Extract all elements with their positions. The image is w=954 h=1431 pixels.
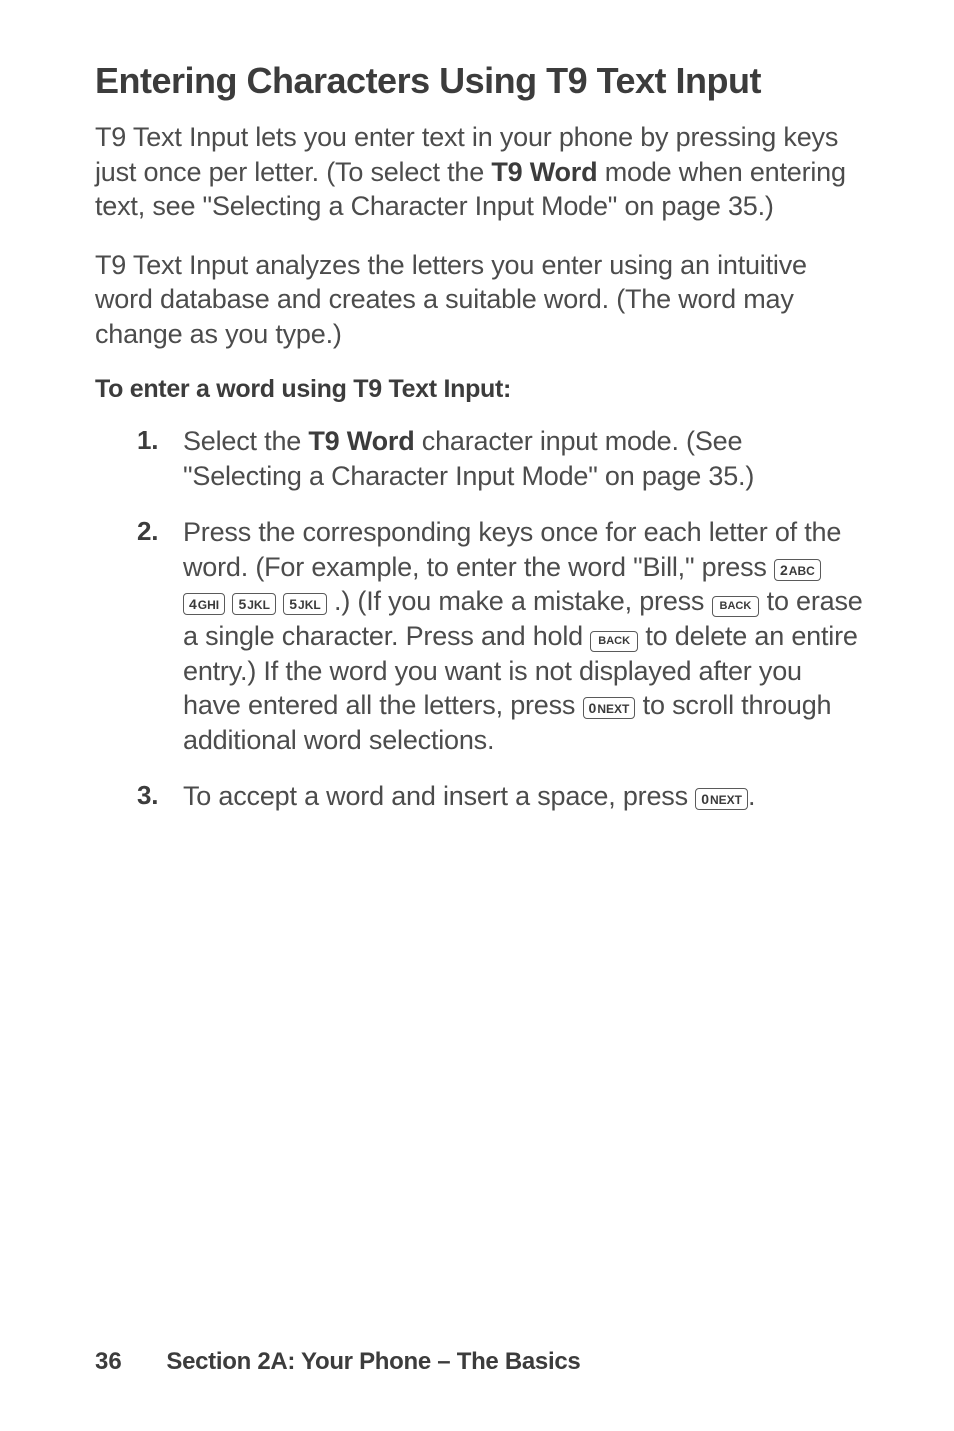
page-container: Entering Characters Using T9 Text Input … xyxy=(0,0,954,1431)
key-back-icon-2: BACK xyxy=(590,631,638,652)
key-0next-icon: 0NEXT xyxy=(583,697,636,719)
p1-bold: T9 Word xyxy=(491,157,597,187)
step-1: Select the T9 Word character input mode.… xyxy=(137,424,864,493)
intro-paragraph-2: T9 Text Input analyzes the letters you e… xyxy=(95,248,864,352)
section-label: Section 2A: Your Phone – The Basics xyxy=(166,1348,580,1375)
key-4ghi-icon: 4GHI xyxy=(183,593,225,615)
page-number: 36 xyxy=(95,1348,122,1375)
page-heading: Entering Characters Using T9 Text Input xyxy=(95,60,864,102)
key-2abc-icon: 2ABC xyxy=(774,559,821,581)
step2-a: Press the corresponding keys once for ea… xyxy=(183,517,841,582)
key-5jkl-icon: 5JKL xyxy=(232,593,275,615)
steps-list: Select the T9 Word character input mode.… xyxy=(95,424,864,813)
step-2: Press the corresponding keys once for ea… xyxy=(137,515,864,757)
step2-b: .) (If you make a mistake, press xyxy=(334,586,712,616)
key-0next-icon-2: 0NEXT xyxy=(695,788,748,810)
key-back-icon: BACK xyxy=(712,596,760,617)
step3-a: To accept a word and insert a space, pre… xyxy=(183,781,695,811)
key-5jkl-icon-2: 5JKL xyxy=(283,593,326,615)
step1-bold: T9 Word xyxy=(308,426,414,456)
step1-a: Select the xyxy=(183,426,308,456)
page-footer: 36 Section 2A: Your Phone – The Basics xyxy=(95,1348,580,1376)
instruction-subhead: To enter a word using T9 Text Input: xyxy=(95,375,864,404)
intro-paragraph-1: T9 Text Input lets you enter text in you… xyxy=(95,120,864,224)
step3-b: . xyxy=(748,781,755,811)
step-3: To accept a word and insert a space, pre… xyxy=(137,779,864,814)
